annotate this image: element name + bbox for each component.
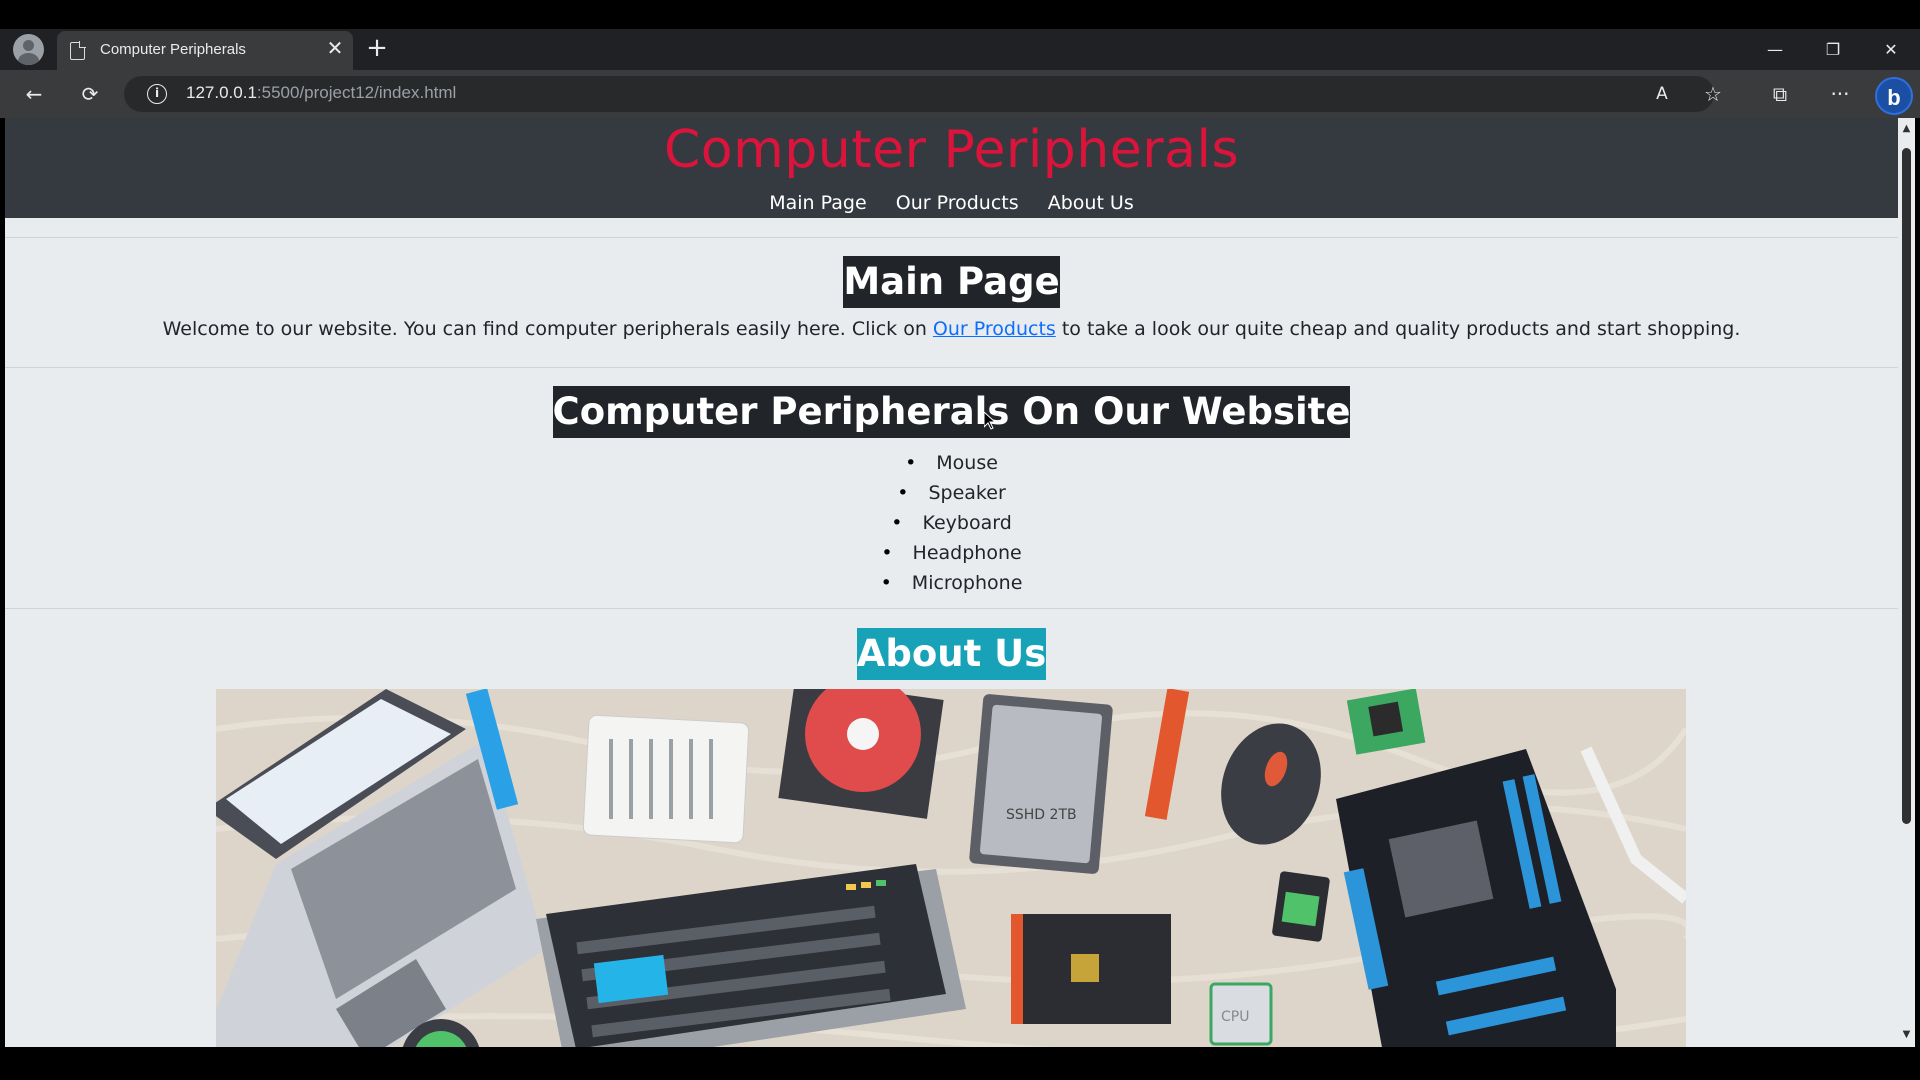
- url-text[interactable]: 127.0.0.1:5500/project12/index.html: [186, 83, 456, 103]
- minimize-window-button[interactable]: —: [1763, 38, 1787, 62]
- section-divider: [5, 608, 1898, 609]
- site-header: Computer Peripherals Main Page Our Produ…: [5, 118, 1898, 218]
- nav-main-page[interactable]: Main Page: [769, 192, 866, 214]
- reload-button[interactable]: ⟳: [76, 80, 104, 108]
- site-info-icon[interactable]: i: [147, 84, 167, 104]
- back-button[interactable]: ←: [20, 80, 48, 108]
- page-icon: [70, 41, 86, 60]
- new-tab-button[interactable]: +: [364, 35, 390, 62]
- welcome-text: Welcome to our website. You can find com…: [162, 318, 1741, 340]
- read-aloud-icon[interactable]: A: [1648, 80, 1676, 108]
- products-list: Mouse Speaker Keyboard Headphone Microph…: [5, 448, 1898, 598]
- expansion-card-icon: [1011, 914, 1171, 1024]
- nav-our-products[interactable]: Our Products: [896, 192, 1019, 214]
- close-tab-icon[interactable]: ✕: [325, 38, 345, 58]
- scroll-up-icon[interactable]: ▲: [1898, 122, 1915, 136]
- list-item: Microphone: [5, 568, 1898, 598]
- profile-avatar-icon[interactable]: [13, 34, 44, 65]
- favorite-star-icon[interactable]: ☆: [1699, 80, 1727, 108]
- list-item: Headphone: [5, 538, 1898, 568]
- scrollbar-thumb[interactable]: [1902, 148, 1911, 824]
- svg-text:SSHD 2TB: SSHD 2TB: [1006, 807, 1077, 823]
- copilot-icon[interactable]: b: [1875, 77, 1913, 115]
- cpu-chip-icon: CPU: [1209, 982, 1273, 1046]
- list-item: Keyboard: [5, 508, 1898, 538]
- restore-window-button[interactable]: ❐: [1821, 38, 1845, 62]
- list-item: Mouse: [5, 448, 1898, 478]
- our-products-link[interactable]: Our Products: [933, 318, 1056, 340]
- router-icon: [582, 714, 750, 844]
- tab-title: Computer Peripherals: [100, 41, 246, 58]
- products-section: Computer Peripherals On Our Website Mous…: [5, 386, 1898, 598]
- extensions-icon[interactable]: ⧉: [1766, 80, 1794, 108]
- close-window-button[interactable]: ✕: [1879, 38, 1903, 62]
- about-section: About Us: [5, 628, 1898, 680]
- bottom-border: [0, 1047, 1920, 1080]
- scroll-down-icon[interactable]: ▼: [1898, 1028, 1915, 1042]
- main-page-heading: Main Page: [843, 256, 1060, 308]
- peripherals-illustration: SSHD 2TB CPU: [216, 689, 1686, 1047]
- list-item: Speaker: [5, 478, 1898, 508]
- more-options-icon[interactable]: ···: [1826, 80, 1854, 108]
- cpu-cooler-icon: [778, 689, 944, 819]
- nav-about-us[interactable]: About Us: [1048, 192, 1134, 214]
- svg-text:CPU: CPU: [1221, 1009, 1249, 1025]
- site-title: Computer Peripherals: [663, 120, 1240, 180]
- section-divider: [5, 237, 1898, 238]
- hard-drive-icon: SSHD 2TB: [969, 694, 1113, 874]
- mouse-pointer-icon: [984, 412, 996, 430]
- page-viewport: Computer Peripherals Main Page Our Produ…: [5, 118, 1898, 1047]
- about-us-heading: About Us: [856, 628, 1047, 680]
- products-heading: Computer Peripherals On Our Website: [552, 386, 1351, 438]
- browser-tab[interactable]: Computer Peripherals ✕: [57, 31, 353, 70]
- site-nav: Main Page Our Products About Us: [5, 192, 1898, 214]
- main-section: Main Page Welcome to our website. You ca…: [5, 256, 1898, 340]
- section-divider: [5, 367, 1898, 368]
